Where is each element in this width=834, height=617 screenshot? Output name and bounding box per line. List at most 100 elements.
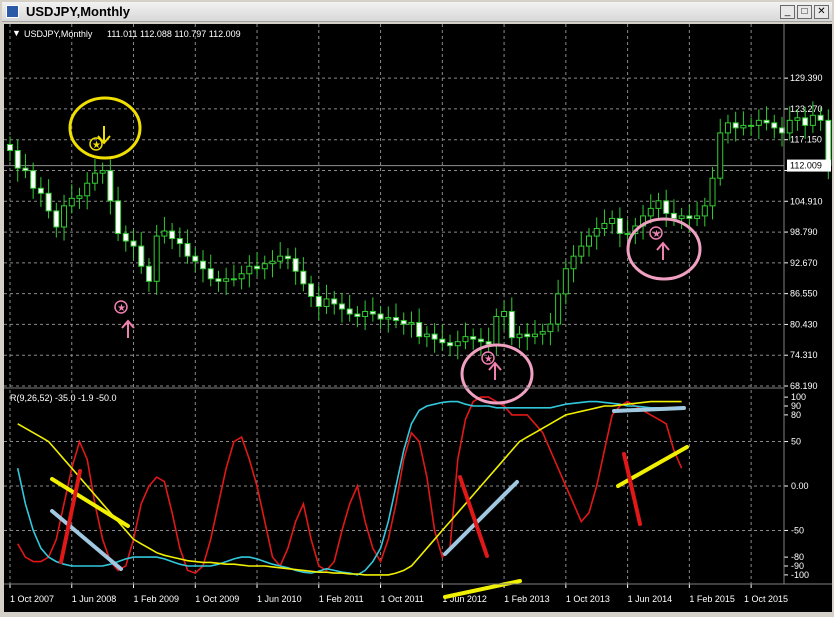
ohlc-readout: 111.011 112.088 110.797 112.009 — [107, 29, 241, 39]
candle-down — [14, 150, 21, 169]
symbol-dropdown-arrow[interactable]: ▼ — [12, 28, 21, 38]
candle-up — [493, 316, 500, 345]
candle-down — [508, 310, 515, 339]
candle-up — [423, 333, 430, 338]
time-tick-label: 1 Oct 2007 — [10, 594, 54, 604]
candle-up — [462, 336, 469, 343]
candle-up — [99, 170, 106, 174]
candle-down — [470, 336, 477, 340]
chart-svg: 129.390 123.270 117.150 104.910 98.790 92.670… — [4, 24, 832, 604]
candle-up — [61, 205, 68, 228]
time-tick-label: 1 Oct 2009 — [195, 594, 239, 604]
candle-down — [22, 167, 29, 172]
candle-down — [416, 322, 423, 338]
candle-down — [377, 313, 384, 320]
candle-up — [655, 200, 662, 209]
candle-down — [338, 303, 345, 310]
minimize-button[interactable]: _ — [780, 5, 795, 19]
candle-up — [740, 124, 747, 129]
candle-down — [254, 265, 261, 270]
candle-down — [524, 333, 531, 338]
candle-up — [516, 333, 523, 339]
candle-down — [138, 245, 145, 267]
time-axis: 1 Oct 2007 1 Jun 2008 1 Feb 2009 1 Oct 2009… — [9, 584, 788, 604]
time-tick-label: 1 Oct 2015 — [744, 594, 788, 604]
time-tick-label: 1 Jun 2010 — [257, 594, 302, 604]
indicator-tick-label: 80 — [791, 410, 801, 420]
candle-up — [531, 333, 538, 338]
candle-down — [145, 265, 152, 282]
annotation-overlays: ★ ★ ★ ★ — [50, 96, 702, 599]
price-tick-label: 104.910 — [790, 196, 823, 206]
price-tick-label: 123.270 — [790, 104, 823, 114]
time-tick-label: 1 Feb 2009 — [134, 594, 180, 604]
indicator-tick-label: -100 — [791, 570, 809, 580]
chart-header-symbol: USDJPY,Monthly — [24, 29, 93, 39]
candle-down — [30, 170, 37, 189]
candle-up — [755, 119, 762, 126]
indicator-axis: 1009080500.00-50-80-90-100 — [784, 392, 809, 580]
candle-up — [724, 122, 731, 134]
price-tick-label: 117.150 — [790, 135, 822, 145]
candle-down — [200, 260, 206, 270]
candle-up — [624, 233, 631, 236]
candle-down — [184, 243, 191, 257]
trend-marker-red — [622, 452, 642, 526]
candle-up — [68, 197, 75, 207]
buy-star-icon: ★ — [484, 354, 493, 365]
candle-up — [539, 331, 546, 335]
candle-down — [45, 192, 52, 212]
candle-down — [107, 170, 114, 202]
candle-down — [763, 119, 770, 124]
candle-down — [37, 187, 44, 194]
price-tick-label: 80.430 — [790, 319, 818, 329]
candle-up — [230, 278, 237, 281]
candle-down — [169, 230, 176, 240]
candle-down — [431, 333, 438, 340]
candle-down — [400, 320, 407, 325]
candle-down — [331, 298, 338, 305]
time-tick-label: 1 Oct 2013 — [566, 594, 610, 604]
candle-down — [447, 342, 454, 347]
candle-down — [300, 270, 307, 285]
time-tick-label: 1 Jun 2008 — [72, 594, 117, 604]
candle-up — [261, 263, 268, 270]
time-tick-label: 1 Feb 2011 — [319, 594, 364, 604]
maximize-button[interactable]: □ — [797, 5, 812, 19]
close-button[interactable]: ✕ — [814, 5, 829, 19]
candle-up — [161, 230, 168, 237]
candle-up — [809, 114, 816, 126]
candle-down — [663, 200, 670, 214]
candle-down — [439, 338, 446, 344]
candle-up — [277, 255, 284, 262]
candle-down — [369, 310, 376, 315]
candle-up — [547, 323, 554, 333]
chart-window-icon — [6, 5, 19, 18]
current-price-label: 112.009 — [790, 161, 822, 171]
price-tick-label: 74.310 — [790, 350, 818, 360]
candle-up — [153, 235, 160, 282]
candle-down — [315, 295, 322, 307]
indicator-header: R(9,26,52) -35.0 -1.9 -50.0 — [10, 393, 117, 403]
indicator-tick-label: -50 — [791, 525, 804, 535]
indicator-line-0 — [17, 396, 683, 575]
candle-up — [362, 310, 369, 318]
candle-up — [269, 260, 276, 265]
candle-up — [454, 341, 461, 347]
candle-down — [686, 215, 693, 219]
candle-down — [53, 210, 60, 228]
candle-down — [308, 283, 315, 297]
candle-up — [701, 205, 708, 217]
title-bar[interactable]: USDJPY,Monthly _ □ ✕ — [2, 2, 832, 22]
price-tick-label: 98.790 — [790, 227, 818, 237]
candle-up — [794, 117, 801, 121]
candle-up — [601, 222, 608, 229]
candle-up — [238, 273, 245, 280]
chart-area[interactable]: 129.390 123.270 117.150 104.910 98.790 92.670… — [4, 24, 832, 612]
window-title: USDJPY,Monthly — [26, 4, 131, 19]
candle-up — [748, 124, 755, 127]
candle-up — [562, 268, 569, 295]
candle-up — [76, 195, 83, 199]
candle-up — [501, 310, 508, 318]
candle-down — [346, 308, 353, 315]
